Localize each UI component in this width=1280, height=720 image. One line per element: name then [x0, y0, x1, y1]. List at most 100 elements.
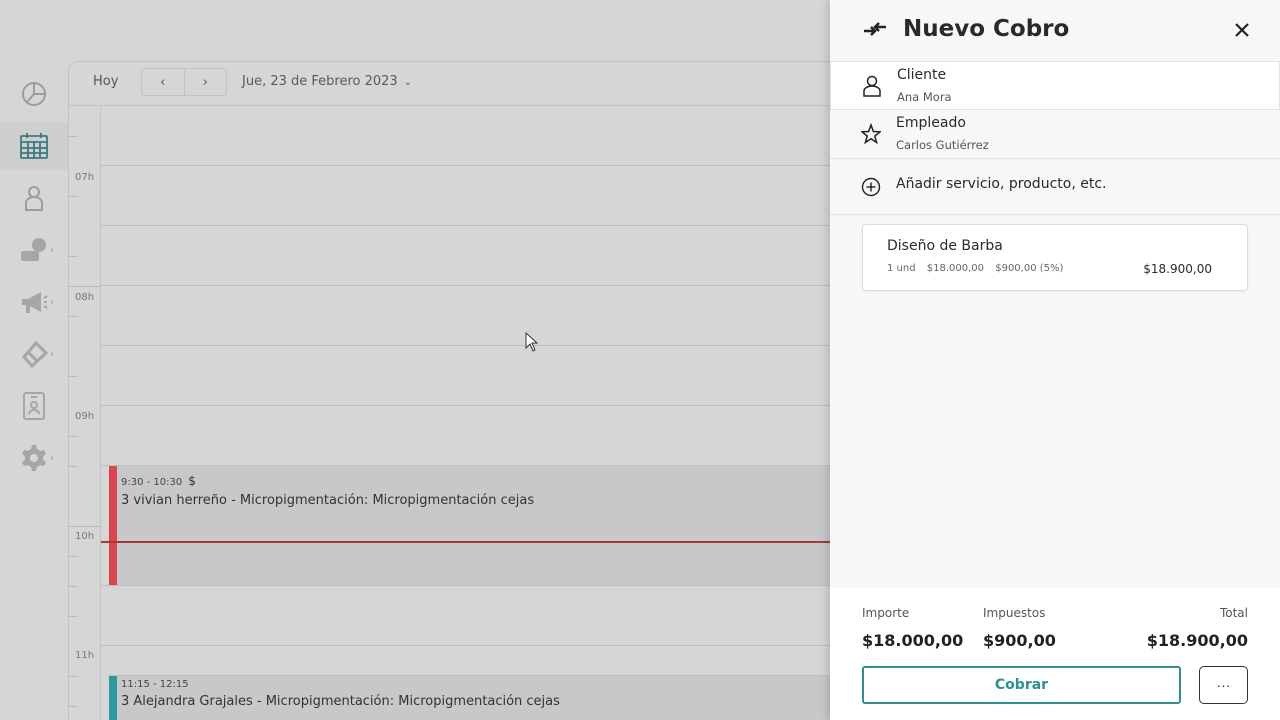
event-color-bar [109, 676, 117, 720]
chevron-right-icon: › [50, 452, 54, 464]
client-value: Ana Mora [897, 90, 952, 104]
employee-label: Empleado [896, 115, 966, 131]
sidebar-item-settings[interactable]: › [0, 434, 68, 482]
tick [69, 256, 77, 257]
today-button[interactable]: Hoy [93, 74, 118, 89]
appointment-event[interactable]: 11:15 - 12:15 3 Alejandra Grajales - Mic… [109, 675, 830, 720]
event-title: 3 vivian herreño - Micropigmentación: Mi… [121, 493, 535, 508]
add-item-button[interactable]: Añadir servicio, producto, etc. [830, 159, 1280, 215]
sidebar-item-clients[interactable] [0, 174, 68, 222]
sidebar-item-finance[interactable]: › [0, 226, 68, 274]
item-tax: $900,00 (5%) [995, 263, 1064, 274]
drawer-header: Nuevo Cobro [830, 0, 1280, 61]
calendar-panel: Hoy ‹ › Jue, 23 de Febrero 2023 ⌄ 07h 08h… [68, 61, 830, 720]
total-label: Total [1219, 606, 1248, 620]
line-item-card[interactable]: Diseño de Barba 1 und $18.000,00 $900,00… [862, 224, 1248, 291]
chevron-right-icon: › [50, 296, 54, 308]
sidebar: › › › › [0, 0, 68, 720]
hour-label: 07h [75, 172, 95, 183]
hour-gridline [101, 585, 830, 586]
event-color-bar [109, 466, 117, 585]
item-meta: 1 und $18.000,00 $900,00 (5%) [887, 263, 1071, 274]
chevron-down-icon: ⌄ [403, 77, 413, 88]
item-total: $18.900,00 [1143, 262, 1212, 276]
tick [69, 676, 77, 677]
close-icon[interactable] [1232, 20, 1252, 40]
hour-gridline [101, 405, 830, 406]
pie-chart-icon [22, 82, 46, 106]
megaphone-icon [22, 292, 48, 313]
hour-gridline [101, 225, 830, 226]
hour-gridline [101, 285, 830, 286]
client-label: Cliente [897, 67, 947, 83]
plus-circle-icon [861, 177, 881, 197]
new-charge-drawer: Nuevo Cobro Cliente Ana Mora Empleado Ca… [830, 0, 1280, 720]
sidebar-item-calendar[interactable] [0, 122, 68, 170]
hour-label: 09h [75, 411, 95, 422]
tag-icon [22, 340, 49, 369]
money-icon [21, 238, 46, 261]
swap-arrows-icon [864, 22, 886, 36]
chevron-right-icon: › [50, 244, 54, 256]
user-icon [25, 186, 43, 211]
total-value: $18.900,00 [1146, 631, 1248, 650]
tick [69, 316, 77, 317]
calendar-icon [20, 133, 48, 159]
event-time-text: 9:30 - 10:30 [121, 477, 183, 488]
next-day-button[interactable]: › [183, 69, 227, 95]
more-options-button[interactable]: ··· [1199, 666, 1248, 704]
client-field[interactable]: Cliente Ana Mora [830, 61, 1280, 110]
star-icon [861, 123, 881, 145]
hour-label: 08h [75, 292, 95, 303]
date-nav: ‹ › [141, 68, 227, 96]
item-quantity: 1 und [887, 263, 916, 274]
sidebar-item-marketing[interactable]: › [0, 278, 68, 326]
id-card-icon [23, 392, 45, 420]
date-label: Jue, 23 de Febrero 2023 [242, 74, 398, 89]
hour-label: 11h [75, 650, 95, 661]
tick [69, 376, 77, 377]
payment-icon: $ [188, 474, 196, 488]
gear-icon [22, 445, 46, 471]
tick [69, 616, 77, 617]
chevron-right-icon: › [50, 348, 54, 360]
importe-value: $18.000,00 [862, 631, 964, 650]
event-time: 11:15 - 12:15 [121, 679, 189, 690]
current-time-line [101, 541, 830, 543]
date-picker[interactable]: Jue, 23 de Febrero 2023 ⌄ [242, 74, 412, 89]
tick [69, 526, 101, 527]
tick [69, 706, 77, 707]
tick [69, 136, 77, 137]
hour-gridline [101, 165, 830, 166]
appointment-event[interactable]: 9:30 - 10:30 $ 3 vivian herreño - Micropi… [109, 465, 830, 585]
event-title: 3 Alejandra Grajales - Micropigmentación… [121, 694, 560, 709]
sidebar-item-catalog[interactable]: › [0, 330, 68, 378]
employee-field[interactable]: Empleado Carlos Gutiérrez [830, 110, 1280, 159]
item-name: Diseño de Barba [887, 238, 1003, 254]
sidebar-item-staff[interactable] [0, 382, 68, 430]
mouse-cursor-icon [525, 332, 539, 352]
time-column: 07h 08h 09h 10h 11h [69, 106, 101, 720]
charge-button[interactable]: Cobrar [862, 666, 1181, 704]
impuestos-label: Impuestos [983, 606, 1046, 620]
user-icon [863, 75, 881, 97]
calendar-toolbar: Hoy ‹ › Jue, 23 de Febrero 2023 ⌄ [69, 62, 830, 106]
add-item-label: Añadir servicio, producto, etc. [896, 176, 1107, 192]
employee-value: Carlos Gutiérrez [896, 138, 989, 152]
hour-gridline [101, 345, 830, 346]
drawer-footer: Importe $18.000,00 Impuestos $900,00 Tot… [830, 588, 1280, 720]
sidebar-item-dashboard[interactable] [0, 70, 68, 118]
hour-label: 10h [75, 531, 95, 542]
tick [69, 436, 77, 437]
tick [69, 196, 77, 197]
tick [69, 286, 101, 287]
tick [69, 466, 77, 467]
event-time: 9:30 - 10:30 $ [121, 474, 196, 488]
impuestos-value: $900,00 [983, 631, 1056, 650]
prev-day-button[interactable]: ‹ [142, 69, 184, 95]
tick [69, 556, 77, 557]
hour-gridline [101, 645, 830, 646]
importe-label: Importe [862, 606, 910, 620]
tick [69, 586, 77, 587]
drawer-title: Nuevo Cobro [903, 16, 1070, 42]
